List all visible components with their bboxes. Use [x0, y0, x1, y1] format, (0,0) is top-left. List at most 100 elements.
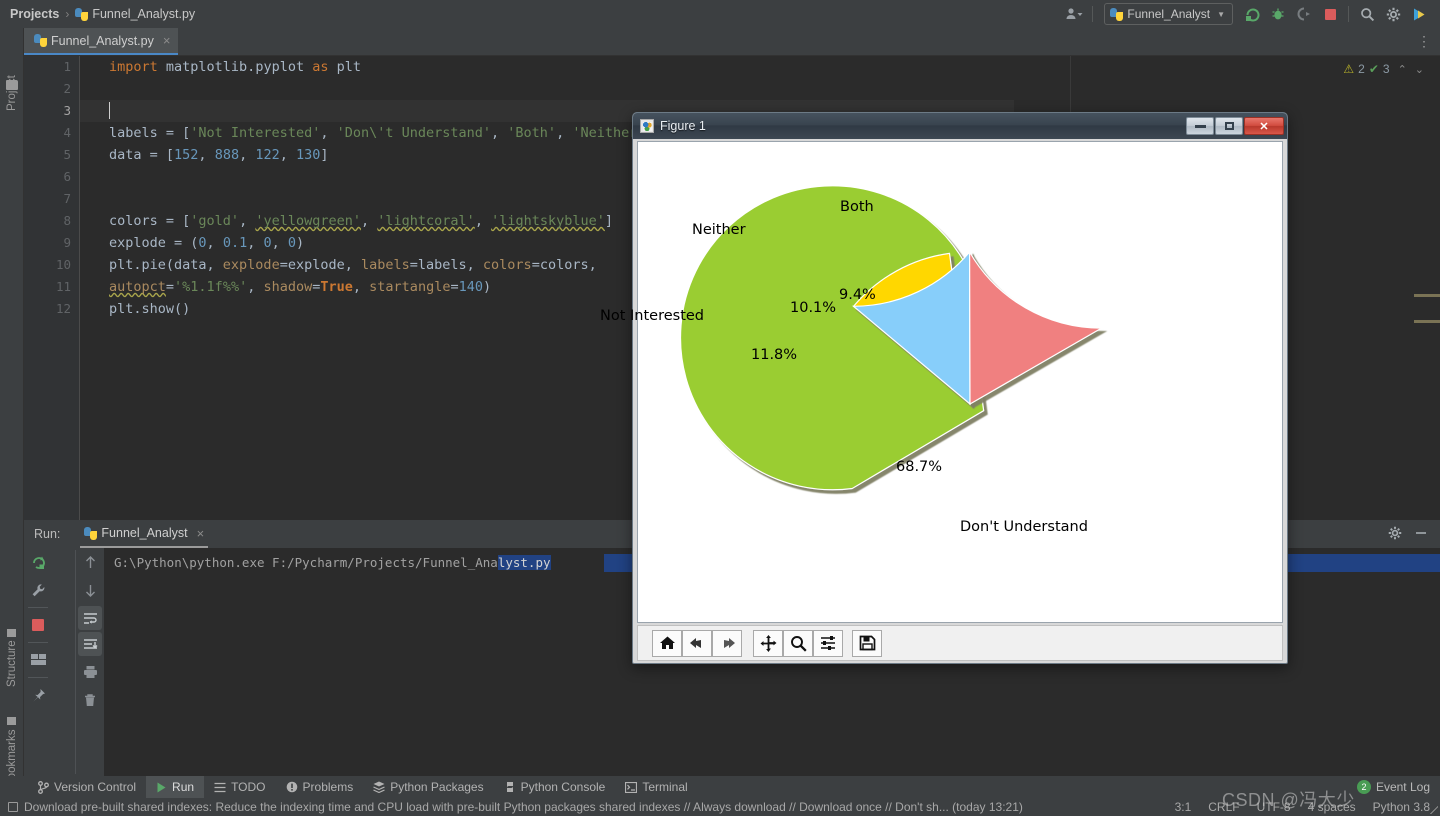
sidebar-tab-structure[interactable]: Structure	[0, 618, 24, 698]
print-icon[interactable]	[76, 658, 104, 686]
pycharm-window: Projects › Funnel_Analyst.py Funnel_Anal…	[0, 0, 1440, 816]
settings-wrench-icon[interactable]	[24, 576, 52, 604]
bottom-tab-version-control[interactable]: Version Control	[28, 776, 146, 798]
scroll-to-end-icon[interactable]	[78, 632, 102, 656]
figure-title-bar[interactable]: Figure 1 ✕	[633, 113, 1287, 139]
file-encoding[interactable]: UTF-8	[1257, 800, 1291, 814]
run-icon[interactable]	[1239, 2, 1265, 26]
pie-pct-not-interested: 11.8%	[751, 347, 798, 363]
console-command-line: G:\Python\python.exe F:/Pycharm/Projects…	[114, 554, 551, 572]
rerun-icon[interactable]	[24, 548, 52, 576]
scrollbar-warning-marker[interactable]	[1414, 294, 1440, 297]
pie-pct-dont-understand: 68.7%	[896, 459, 943, 475]
terminal-icon	[625, 781, 638, 793]
pie-pct-both: 9.4%	[839, 287, 876, 303]
notification-icon	[8, 802, 18, 812]
event-log-widget[interactable]: 2 Event Log	[1356, 780, 1430, 794]
bottom-tab-todo[interactable]: TODO	[204, 776, 275, 798]
figure-canvas: 9.4% 10.1% 11.8% 68.7% Both Neither Not …	[600, 141, 1283, 623]
bookmark-icon	[7, 717, 17, 726]
soft-wrap-icon[interactable]	[78, 606, 102, 630]
run-configuration-selector[interactable]: Funnel_Analyst ▼	[1104, 3, 1233, 25]
matplotlib-icon	[640, 119, 654, 133]
python-interpreter[interactable]: Python 3.8	[1373, 800, 1430, 814]
close-icon[interactable]: ×	[197, 526, 205, 541]
text-caret	[109, 102, 110, 119]
status-message-wrapper[interactable]: Download pre-built shared indexes: Reduc…	[8, 800, 1023, 814]
configure-subplots-icon[interactable]	[813, 629, 843, 657]
chevron-up-icon[interactable]: ⌃	[1398, 63, 1407, 76]
run-panel-gutter-left	[24, 548, 52, 776]
bottom-tab-label: Version Control	[54, 780, 137, 794]
run-config-python-icon	[1110, 7, 1124, 21]
bottom-tab-terminal[interactable]: Terminal	[615, 776, 697, 798]
breadcrumb-projects[interactable]: Projects	[10, 7, 59, 21]
editor-tab-overflow-menu[interactable]: ⋮	[1417, 28, 1440, 55]
editor-tab-label: Funnel_Analyst.py	[51, 33, 154, 48]
home-icon[interactable]	[652, 629, 682, 657]
bottom-tab-python-console[interactable]: Python Console	[494, 776, 616, 798]
run-tab-funnel-analyst[interactable]: Funnel_Analyst ×	[80, 520, 209, 548]
line-separator[interactable]: CRLF	[1208, 800, 1239, 814]
zoom-magnifier-icon[interactable]	[783, 629, 813, 657]
gutter-divider-2	[28, 642, 48, 643]
layout-icon[interactable]	[24, 646, 52, 674]
status-bar: Download pre-built shared indexes: Reduc…	[0, 798, 1440, 816]
breadcrumb-file[interactable]: Funnel_Analyst.py	[92, 7, 195, 21]
gear-icon[interactable]	[1388, 526, 1402, 543]
user-icon[interactable]	[1061, 2, 1087, 26]
warning-count: 2	[1358, 62, 1365, 76]
search-icon[interactable]	[1354, 2, 1380, 26]
scrollbar-warning-marker[interactable]	[1414, 320, 1440, 323]
maximize-button[interactable]	[1215, 117, 1243, 135]
tab-python-icon	[34, 34, 47, 47]
warning-triangle-icon: ⚠	[1343, 62, 1355, 76]
bottom-tab-python-packages[interactable]: Python Packages	[363, 776, 493, 798]
stop-icon[interactable]	[1317, 2, 1343, 26]
forward-arrow-icon[interactable]	[712, 629, 742, 657]
bottom-tab-problems[interactable]: Problems	[276, 776, 364, 798]
status-message: Download pre-built shared indexes: Reduc…	[24, 800, 1023, 814]
trash-icon[interactable]	[76, 686, 104, 714]
settings-gear-icon[interactable]	[1380, 2, 1406, 26]
editor-tab-funnel-analyst[interactable]: Funnel_Analyst.py ×	[24, 28, 179, 55]
line-number: 9	[63, 235, 71, 250]
resize-grip[interactable]	[1430, 806, 1438, 814]
pie-label-neither: Neither	[692, 222, 746, 238]
bottom-tab-label: Run	[172, 780, 195, 794]
debug-icon[interactable]	[1265, 2, 1291, 26]
up-arrow-icon[interactable]	[76, 548, 104, 576]
line-number: 5	[63, 147, 71, 162]
sidebar-tab-project[interactable]: Project	[0, 58, 24, 128]
bottom-tab-run[interactable]: Run	[146, 776, 205, 798]
run-panel-label: Run:	[34, 527, 61, 541]
down-arrow-icon[interactable]	[76, 576, 104, 604]
line-number: 6	[63, 169, 71, 184]
save-disk-icon[interactable]	[852, 629, 882, 657]
stop-icon[interactable]	[24, 611, 52, 639]
matplotlib-figure-window[interactable]: Figure 1 ✕ 9.4% 10.1% 11.8% 68.7% Both N…	[600, 112, 1288, 664]
toolbar-divider-2	[1348, 6, 1349, 22]
minimize-button[interactable]	[1186, 117, 1214, 135]
coverage-icon[interactable]	[1291, 2, 1317, 26]
close-button[interactable]: ✕	[1244, 117, 1284, 135]
sidebar-tab-structure-label: Structure	[6, 640, 18, 688]
project-folder-icon[interactable]	[6, 80, 18, 90]
indent-setting[interactable]: 4 spaces	[1308, 800, 1356, 814]
structure-icon	[7, 628, 17, 637]
caret-position[interactable]: 3:1	[1175, 800, 1192, 814]
window-controls: ✕	[1186, 117, 1287, 135]
line-number-gutter: 1 2 3 4 5 6 7 8 9 10 11 12	[24, 56, 80, 520]
line-number: 8	[63, 213, 71, 228]
pin-icon[interactable]	[24, 681, 52, 709]
line-number: 10	[55, 257, 71, 272]
close-icon[interactable]: ×	[163, 33, 171, 48]
chevron-down-icon[interactable]: ⌄	[1415, 63, 1424, 76]
minimize-icon[interactable]	[1414, 526, 1428, 543]
ide-assistant-icon[interactable]	[1406, 2, 1432, 26]
back-arrow-icon[interactable]	[682, 629, 712, 657]
inspection-status-widget[interactable]: ⚠ 2 ✔ 3 ⌃ ⌄	[1343, 62, 1424, 76]
branch-icon	[38, 780, 49, 794]
pan-move-icon[interactable]	[753, 629, 783, 657]
